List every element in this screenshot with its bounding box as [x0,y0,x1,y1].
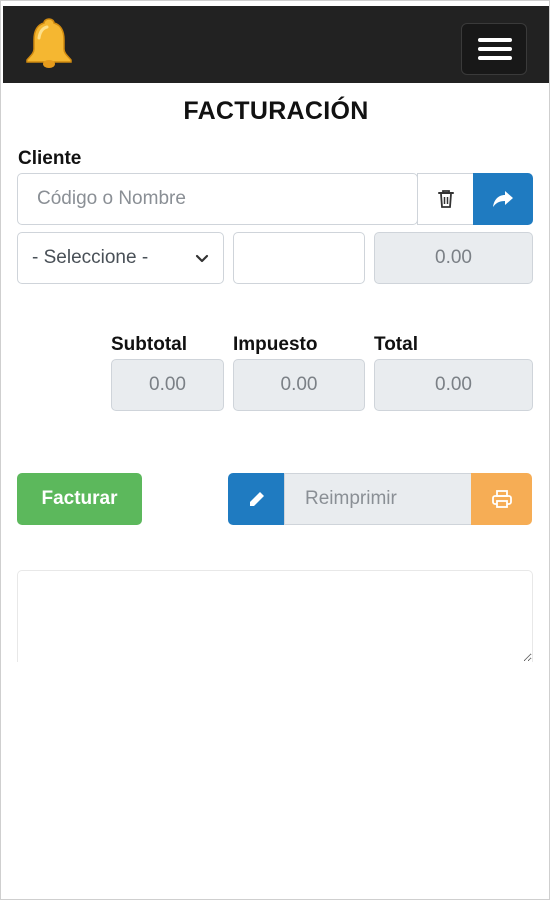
quantity-input[interactable] [233,232,365,284]
tax-label: Impuesto [233,334,318,355]
clear-client-button[interactable] [417,173,474,225]
reprint-input[interactable] [284,473,472,525]
subtotal-label: Subtotal [111,334,187,355]
share-arrow-icon [493,191,513,207]
printer-icon [491,490,512,508]
app-frame: FACTURACIÓN Cliente - Seleccione - Subto… [0,0,550,900]
print-button[interactable] [471,473,532,525]
edit-reprint-button[interactable] [228,473,285,525]
total-field [374,359,533,411]
client-label: Cliente [18,148,82,169]
bell-icon[interactable] [25,16,73,70]
invoice-button[interactable]: Facturar [17,473,142,525]
chevron-down-icon [195,254,209,263]
pencil-icon [249,492,264,506]
navbar [3,6,549,83]
menu-toggle-button[interactable] [461,23,527,75]
total-label: Total [374,334,418,355]
client-search-input[interactable] [17,173,418,225]
amount-field [374,232,533,284]
product-select[interactable]: - Seleccione - [17,232,224,284]
tax-field [233,359,365,411]
select-client-button[interactable] [473,173,533,225]
trash-icon [437,190,454,208]
notes-textarea[interactable] [17,570,533,662]
subtotal-field [111,359,224,411]
hamburger-menu-icon [478,38,512,42]
page-title: FACTURACIÓN [183,97,369,125]
product-select-value: - Seleccione - [32,247,149,268]
